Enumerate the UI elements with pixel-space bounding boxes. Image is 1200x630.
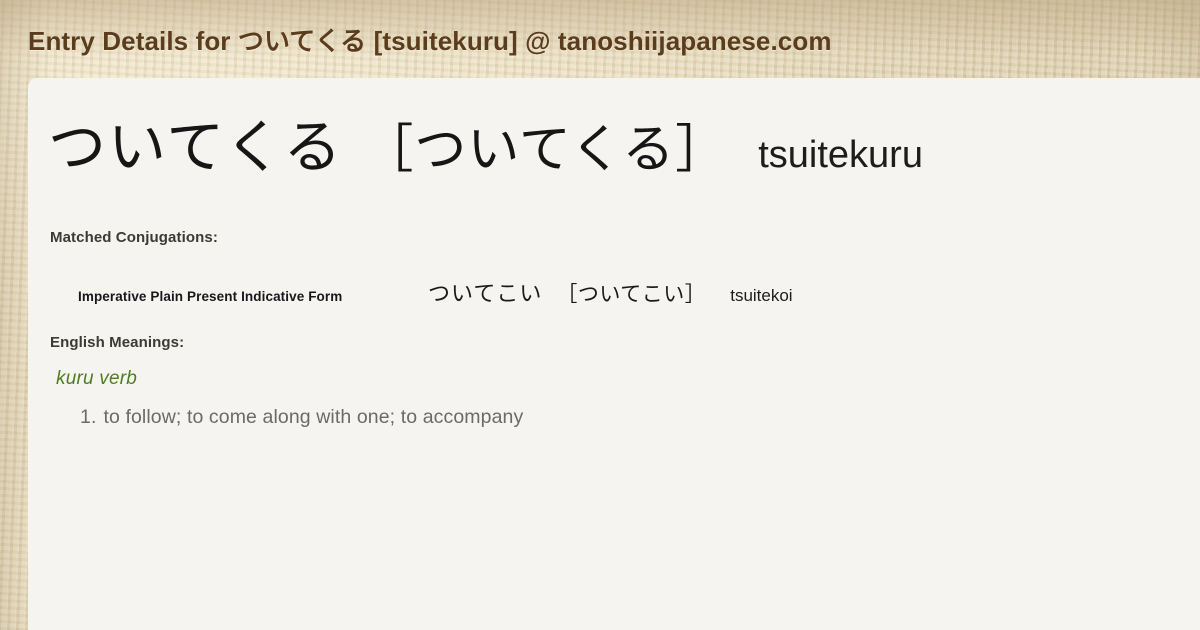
sense-list: 1. to follow; to come along with one; to… [56, 406, 1116, 429]
sense-text: to follow; to come along with one; to ac… [103, 406, 524, 428]
page-title: Entry Details for ついてくる [tsuitekuru] @ t… [28, 25, 832, 56]
matched-conjugations-list: Imperative Plain Present Indicative Form… [78, 276, 1128, 308]
page-header: Entry Details for ついてくる [tsuitekuru] @ t… [0, 0, 1200, 78]
headword-romaji: tsuitekuru [758, 134, 923, 176]
english-meanings-block: kuru verb 1. to follow; to come along wi… [56, 368, 1116, 435]
entry-headword: ついてくる ［ついてくる］ tsuitekuru [48, 118, 923, 176]
sense-item: 1. to follow; to come along with one; to… [80, 406, 1116, 429]
conjugation-form-name: Imperative Plain Present Indicative Form [78, 289, 343, 304]
matched-conjugations-label: Matched Conjugations: [50, 229, 218, 246]
english-meanings-label: English Meanings: [50, 334, 185, 351]
headword-reading: ［ついてくる］ [361, 120, 729, 180]
part-of-speech-label: kuru verb [56, 368, 138, 389]
conjugation-kana: ついてこい [428, 282, 543, 307]
conjugation-row[interactable]: Imperative Plain Present Indicative Form… [78, 276, 1128, 308]
conjugation-romaji: tsuitekoi [730, 286, 793, 305]
headword-kana: ついてくる [48, 113, 344, 181]
conjugation-reading: ［ついてこい］ [556, 282, 707, 306]
sense-number: 1. [80, 406, 97, 428]
